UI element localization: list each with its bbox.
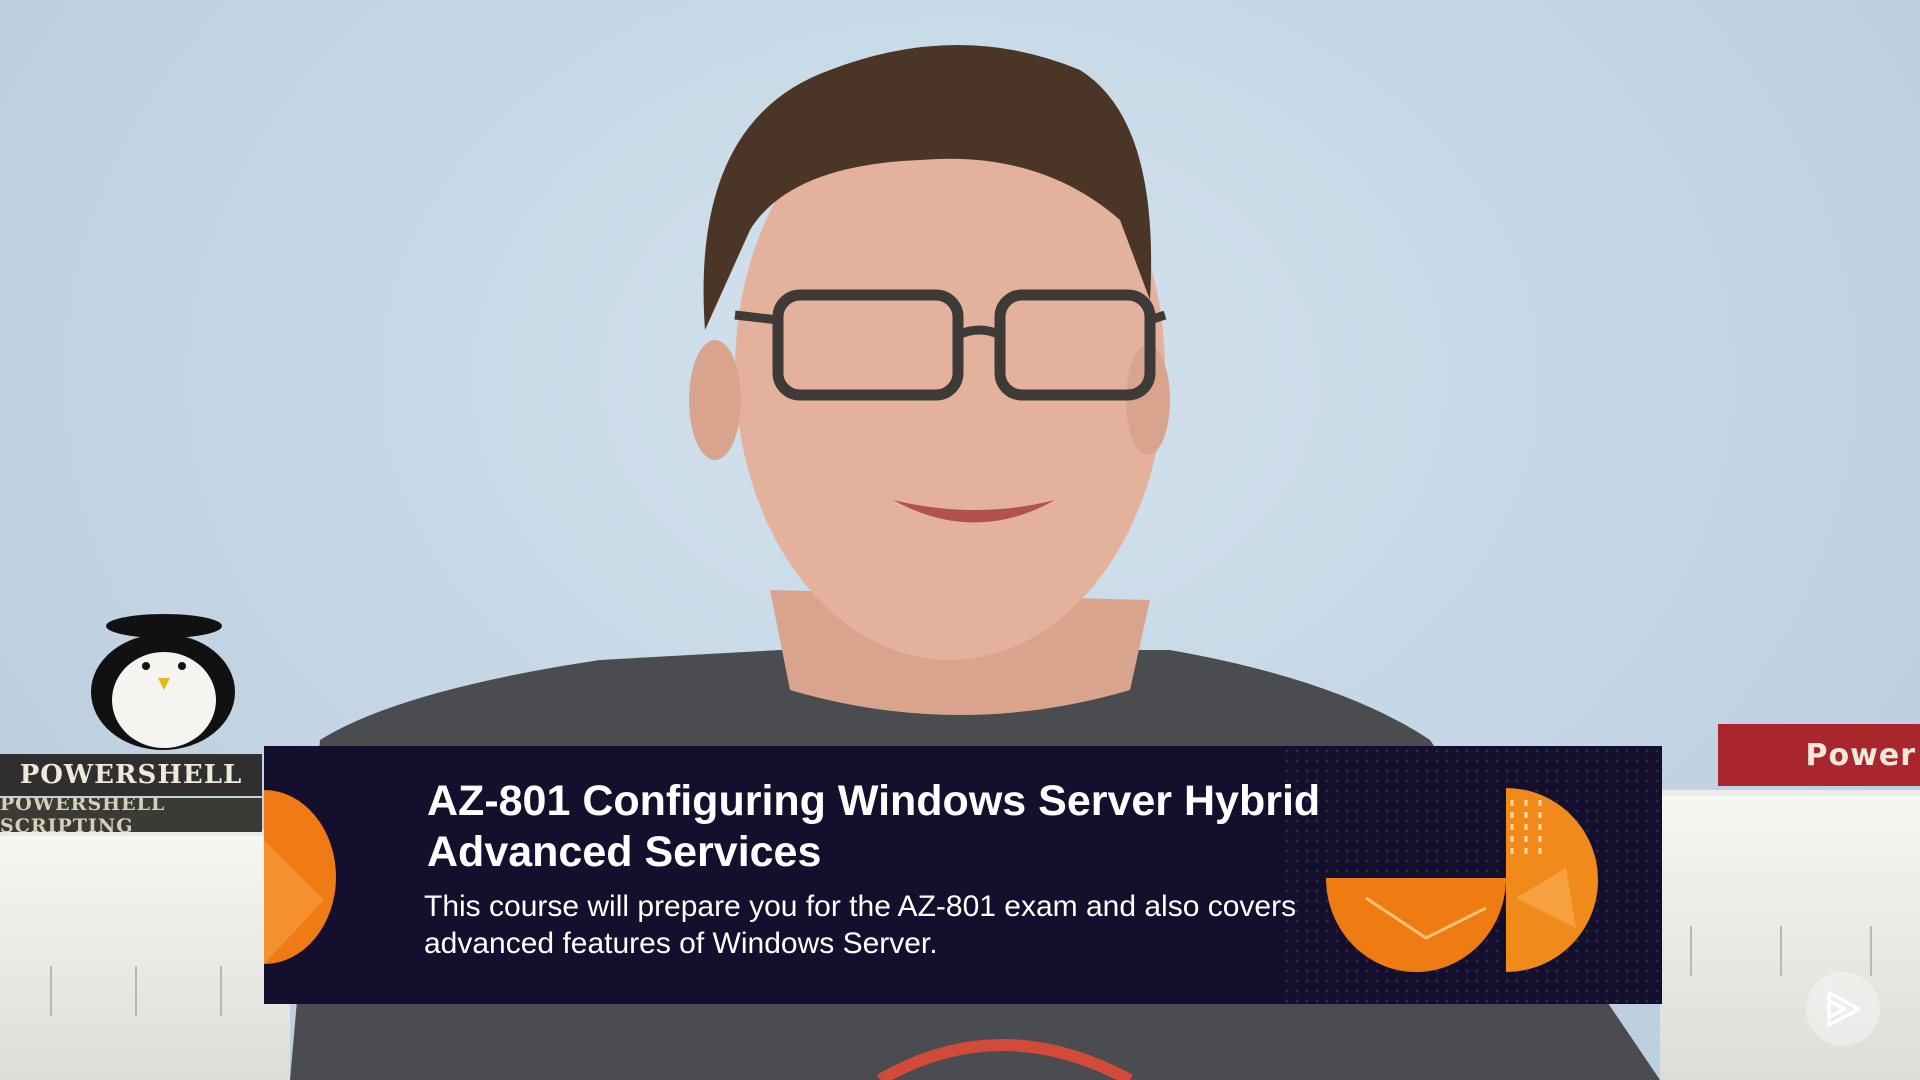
- orange-shape-icon: [264, 790, 336, 964]
- play-logo-icon: [1806, 972, 1880, 1046]
- course-title: AZ-801 Configuring Windows Server Hybrid…: [427, 777, 1321, 876]
- video-frame: POWERSHELL POWERSHELL SCRIPTING Power AZ…: [0, 0, 1920, 1080]
- play-triangle-icon: [1827, 991, 1861, 1027]
- course-lower-third: AZ-801 Configuring Windows Server Hybrid…: [264, 746, 1662, 1004]
- course-description: This course will prepare you for the AZ-…: [424, 890, 1297, 960]
